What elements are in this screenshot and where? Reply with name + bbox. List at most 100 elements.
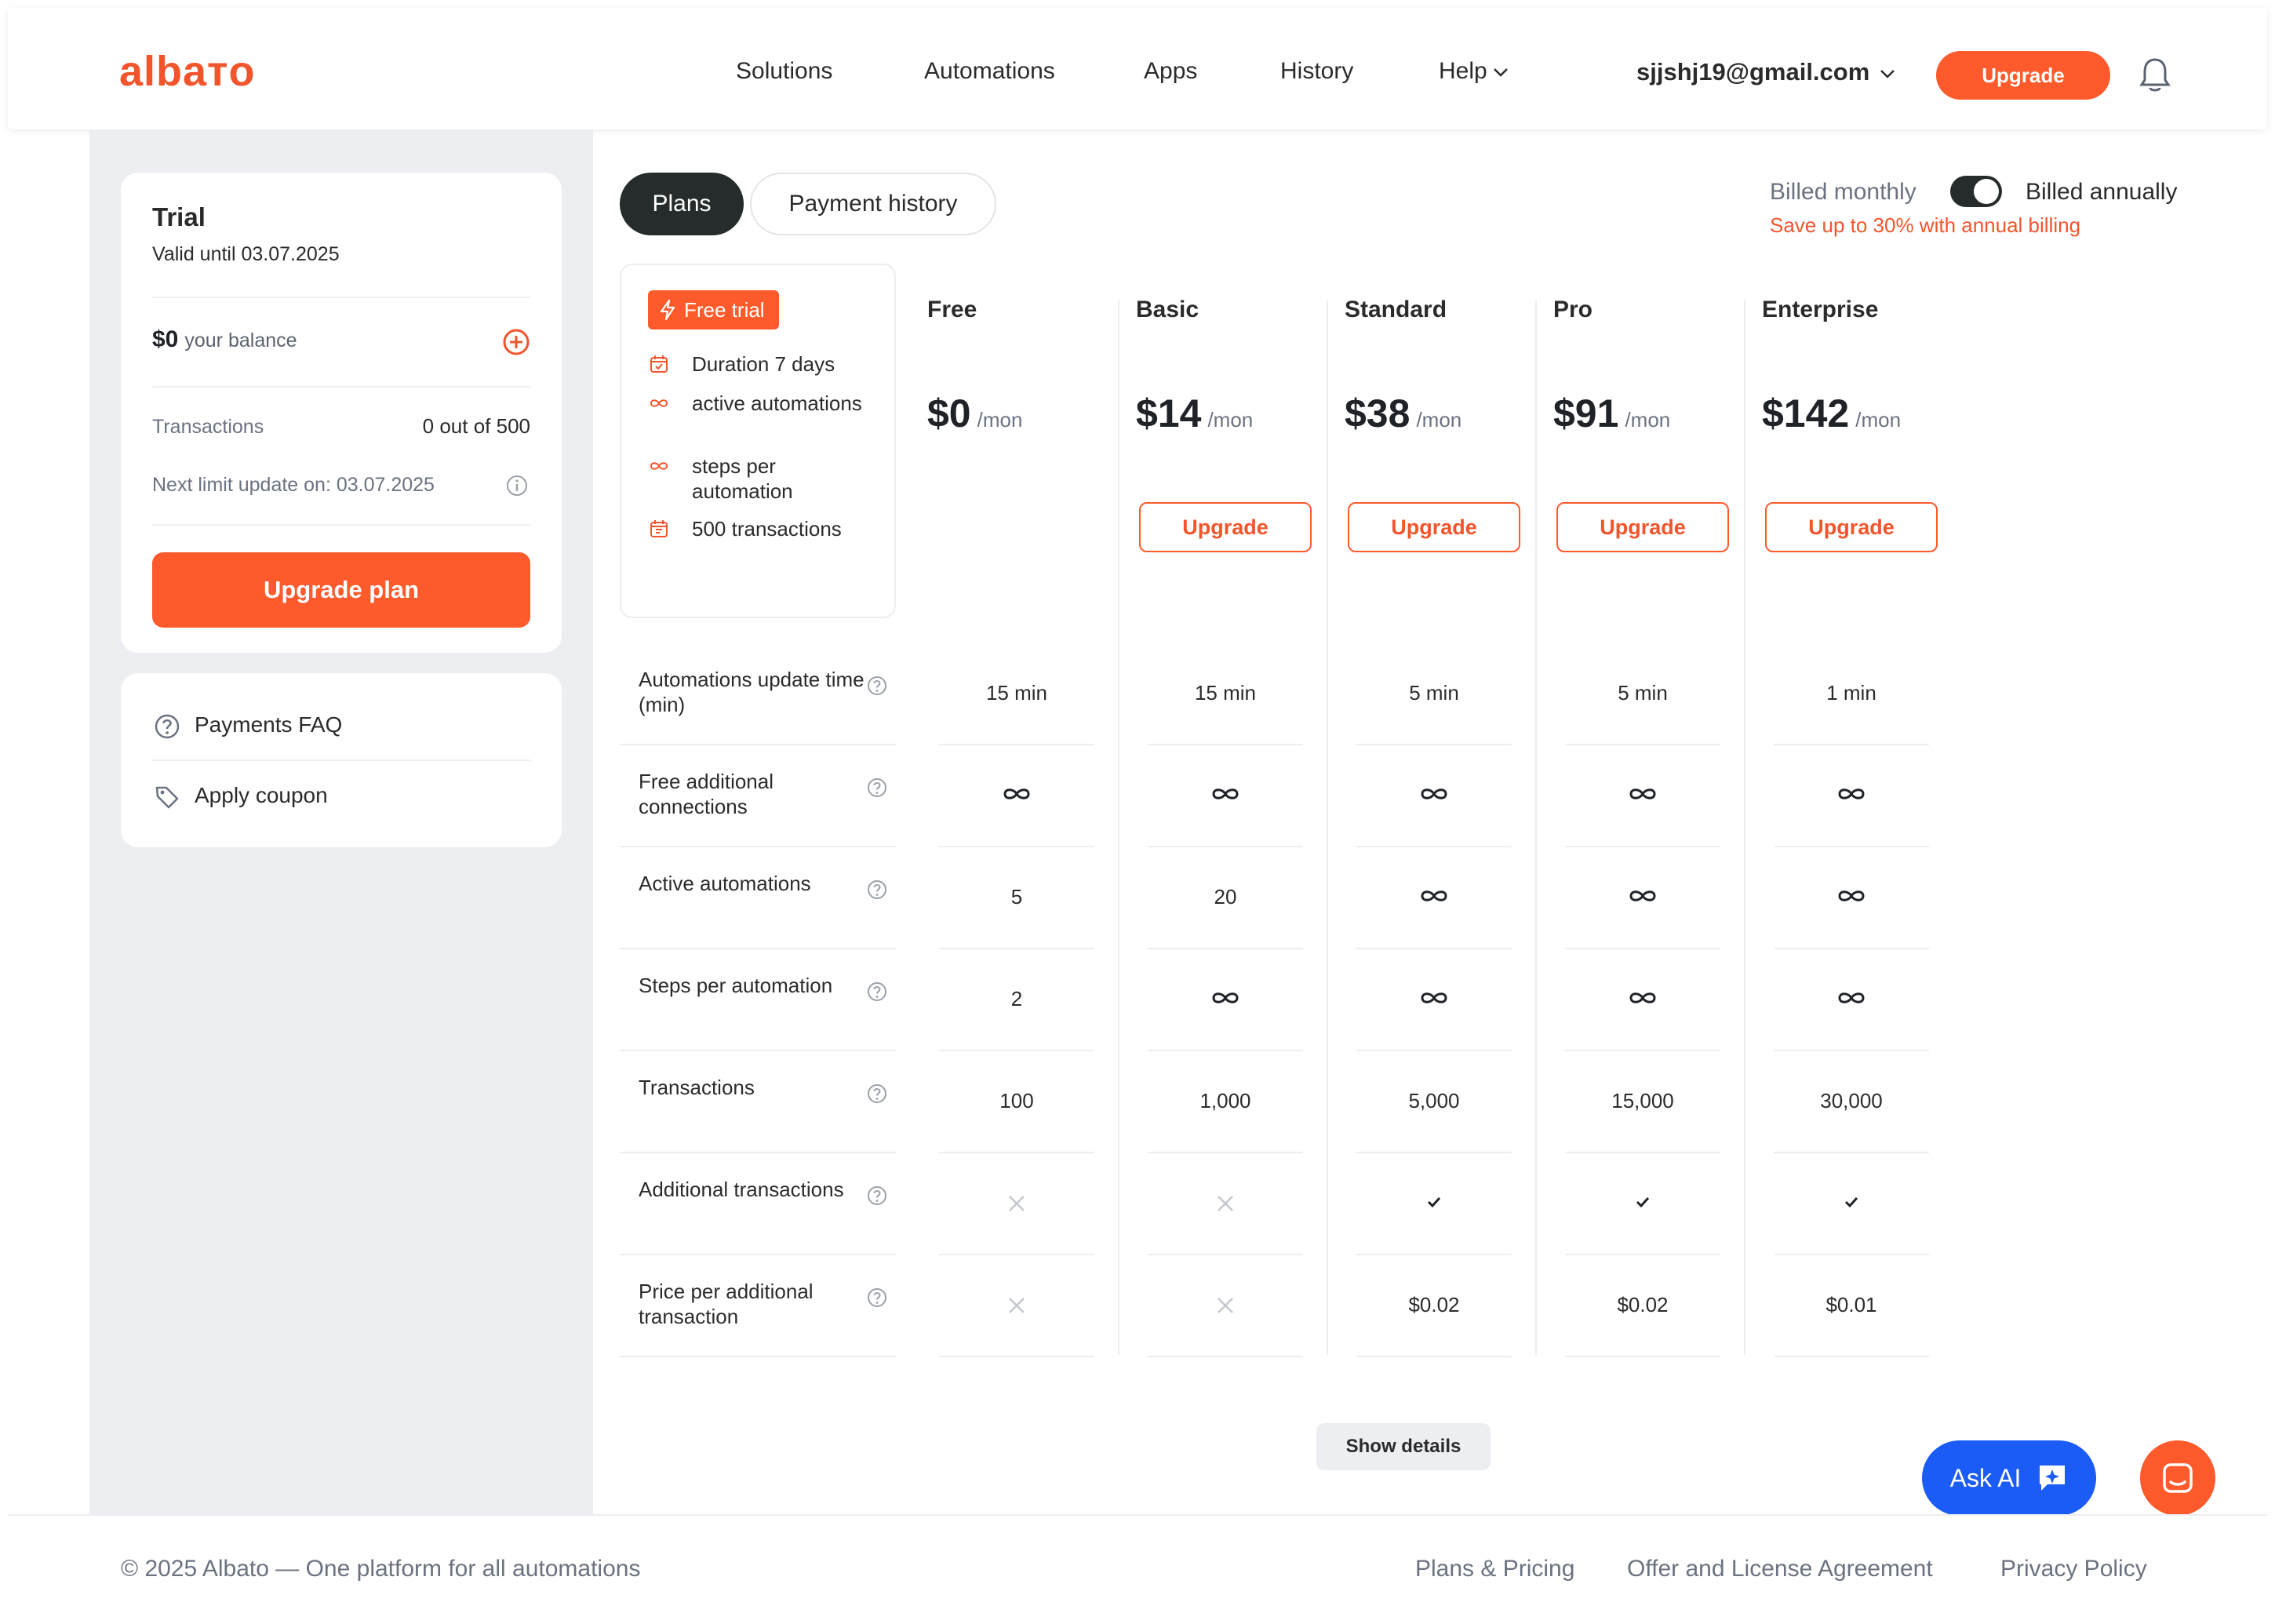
user-email: sjjshj19@gmail.com xyxy=(1636,58,1870,86)
infinity-icon xyxy=(1212,788,1239,799)
user-account-menu[interactable]: sjjshj19@gmail.com xyxy=(1636,58,1896,86)
plan-price-basic: $14/mon xyxy=(1136,391,1253,436)
billing-period-toggle[interactable] xyxy=(1950,176,2002,207)
nav-history[interactable]: History xyxy=(1280,58,1353,85)
question-circle-icon[interactable] xyxy=(866,1287,888,1309)
payments-faq-label: Payments FAQ xyxy=(195,712,343,737)
ask-ai-button[interactable]: Ask AI xyxy=(1922,1440,2096,1516)
feature-cell: 5 min xyxy=(1409,681,1459,705)
row-divider xyxy=(1148,1050,1303,1051)
row-divider xyxy=(1774,1356,1929,1357)
billed-annually-label[interactable]: Billed annually xyxy=(2026,179,2177,206)
nav-apps[interactable]: Apps xyxy=(1144,58,1197,85)
nav-help[interactable]: Help xyxy=(1439,58,1509,85)
row-divider xyxy=(1774,1152,1929,1153)
upgrade-basic-button[interactable]: Upgrade xyxy=(1139,502,1312,552)
trial-item-label: steps per automation xyxy=(692,454,793,503)
feature-cell xyxy=(1565,887,1720,911)
price-period: /mon xyxy=(1625,408,1671,431)
row-divider xyxy=(620,1254,896,1255)
tab-plans[interactable]: Plans xyxy=(620,173,744,235)
trial-item-label: active automations xyxy=(692,391,862,415)
feature-cell xyxy=(1774,887,1929,911)
trial-item-label: Duration 7 days xyxy=(692,352,835,376)
question-circle-icon[interactable] xyxy=(866,777,888,799)
row-divider xyxy=(1356,846,1512,847)
question-circle-icon xyxy=(155,714,180,738)
infinity-icon xyxy=(650,462,668,470)
column-separator xyxy=(1118,300,1119,1355)
price-period: /mon xyxy=(1207,408,1254,431)
question-circle-icon[interactable] xyxy=(866,981,888,1003)
support-chat-button[interactable] xyxy=(2140,1440,2215,1516)
annual-savings-note: Save up to 30% with annual billing xyxy=(1770,213,2081,237)
feature-cell: 15 min xyxy=(985,681,1048,705)
payments-faq-link[interactable]: Payments FAQ xyxy=(154,712,342,740)
header-upgrade-button[interactable]: Upgrade xyxy=(1936,51,2110,100)
question-circle-icon[interactable] xyxy=(866,879,888,901)
feature-cell xyxy=(939,1193,1094,1220)
question-circle-icon[interactable] xyxy=(866,675,888,697)
feature-cell xyxy=(939,785,1094,809)
row-divider xyxy=(1774,948,1929,949)
row-divider xyxy=(1774,846,1929,847)
divider xyxy=(152,386,530,388)
feature-cell: $0.01 xyxy=(1825,1293,1877,1316)
price-value: $14 xyxy=(1136,391,1202,435)
add-balance-icon[interactable] xyxy=(502,328,530,356)
row-divider xyxy=(939,1356,1094,1357)
feature-cell xyxy=(939,1294,1094,1322)
infinity-icon xyxy=(1421,788,1447,799)
question-circle-icon[interactable] xyxy=(866,1185,888,1207)
trial-item-label: 500 transactions xyxy=(692,517,842,541)
bell-icon[interactable] xyxy=(2138,56,2171,94)
price-period: /mon xyxy=(1416,408,1462,431)
row-divider xyxy=(1148,846,1303,847)
row-divider xyxy=(1565,1254,1720,1255)
price-value: $142 xyxy=(1762,391,1850,435)
albato-logo[interactable]: albaтo xyxy=(119,47,255,96)
tag-icon xyxy=(155,786,179,808)
footer-link-plans-pricing[interactable]: Plans & Pricing xyxy=(1415,1556,1574,1582)
row-divider xyxy=(620,948,896,949)
upgrade-enterprise-button[interactable]: Upgrade xyxy=(1765,502,1938,552)
plan-name-enterprise: Enterprise xyxy=(1762,297,1879,322)
nav-automations[interactable]: Automations xyxy=(924,58,1055,85)
upgrade-standard-button[interactable]: Upgrade xyxy=(1348,502,1520,552)
row-divider xyxy=(939,1152,1094,1153)
question-circle-icon[interactable] xyxy=(866,1083,888,1105)
feature-label: Free additional connections xyxy=(639,770,774,818)
nav-help-label: Help xyxy=(1439,58,1487,84)
feature-cell: 2 xyxy=(1010,987,1023,1010)
infinity-icon xyxy=(1629,788,1656,799)
infinity-icon xyxy=(1003,788,1030,799)
check-icon xyxy=(1427,1196,1441,1208)
feature-cell xyxy=(1148,1193,1303,1220)
infinity-icon xyxy=(650,399,668,407)
info-icon[interactable] xyxy=(505,474,529,497)
show-details-button[interactable]: Show details xyxy=(1316,1423,1491,1470)
cross-icon xyxy=(1009,1298,1025,1313)
footer-link-license-agreement[interactable]: Offer and License Agreement xyxy=(1627,1556,1933,1582)
row-divider xyxy=(1774,744,1929,745)
infinity-icon xyxy=(1838,890,1865,901)
billed-monthly-label[interactable]: Billed monthly xyxy=(1770,179,1916,206)
upgrade-pro-button[interactable]: Upgrade xyxy=(1556,502,1729,552)
row-divider xyxy=(1565,744,1720,745)
infinity-icon xyxy=(1421,992,1447,1003)
row-divider xyxy=(1356,1356,1512,1357)
tab-payment-history[interactable]: Payment history xyxy=(750,173,996,235)
upgrade-plan-button[interactable]: Upgrade plan xyxy=(152,552,530,628)
plan-name-basic: Basic xyxy=(1136,297,1199,322)
footer-copyright: © 2025 Albato — One platform for all aut… xyxy=(121,1556,641,1582)
row-divider xyxy=(939,948,1094,949)
footer-link-privacy-policy[interactable]: Privacy Policy xyxy=(2000,1556,2147,1582)
apply-coupon-link[interactable]: Apply coupon xyxy=(154,783,328,810)
feature-label: Active automations xyxy=(639,872,811,895)
nav-solutions[interactable]: Solutions xyxy=(736,58,832,85)
free-trial-box: Free trial Duration 7 days active automa… xyxy=(620,264,896,618)
feature-cell: 1 min xyxy=(1826,681,1876,705)
price-value: $91 xyxy=(1553,391,1619,435)
toggle-knob xyxy=(1974,179,1999,204)
infinity-icon xyxy=(1212,992,1239,1003)
